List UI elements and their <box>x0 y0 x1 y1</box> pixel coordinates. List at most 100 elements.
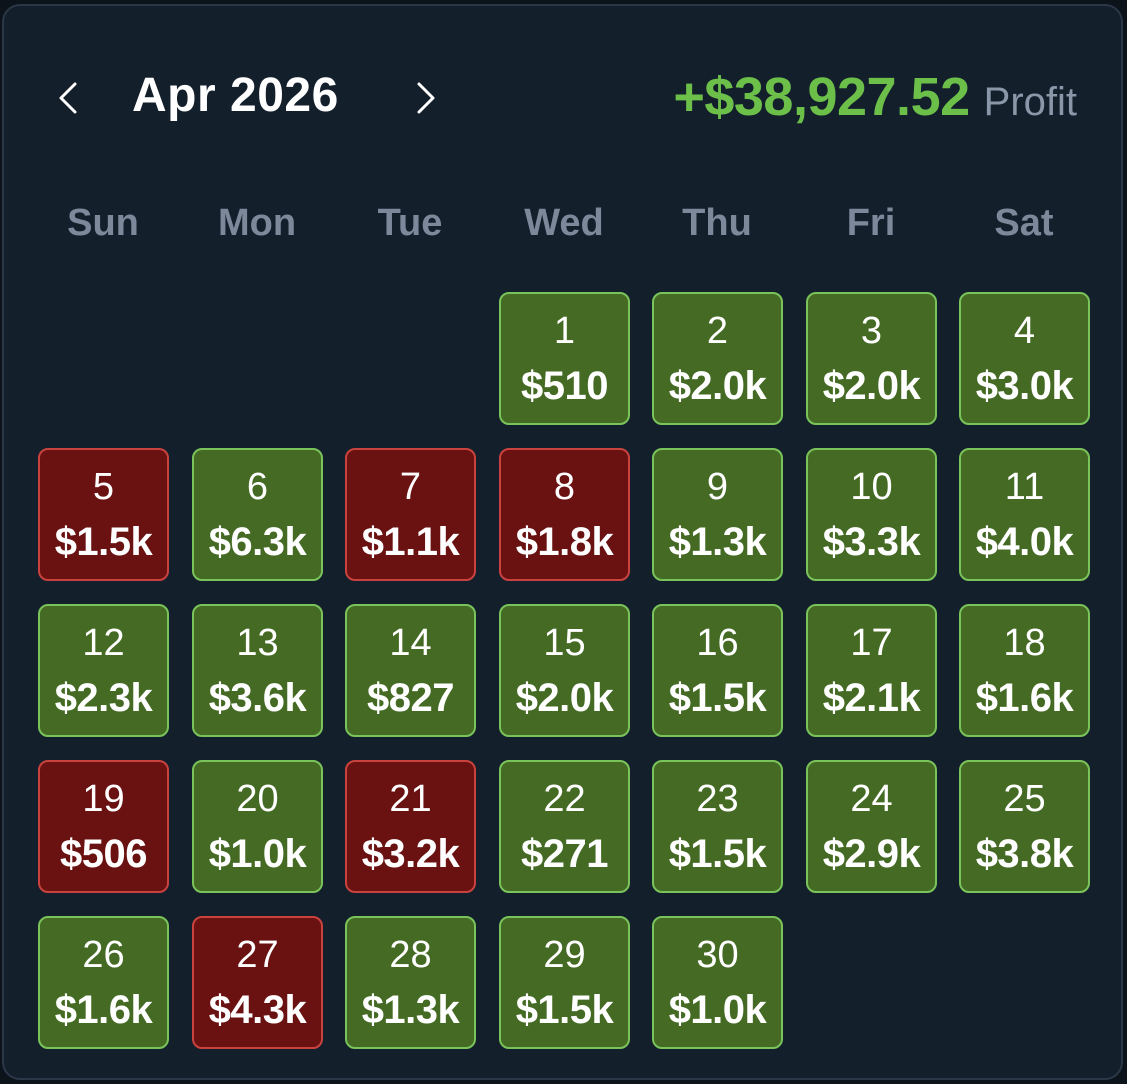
day-cell-28[interactable]: 28 $1.3k <box>345 916 476 1049</box>
day-cell-25[interactable]: 25 $3.8k <box>959 760 1090 893</box>
day-cell-14[interactable]: 14 $827 <box>345 604 476 737</box>
day-number: 30 <box>696 934 739 976</box>
day-amount: $2.9k <box>822 832 921 876</box>
day-amount: $1.3k <box>361 988 460 1032</box>
day-cell-2[interactable]: 2 $2.0k <box>652 292 783 425</box>
day-amount: $2.1k <box>822 676 921 720</box>
day-amount: $3.3k <box>822 520 921 564</box>
day-amount: $1.6k <box>54 988 153 1032</box>
day-amount: $4.3k <box>208 988 307 1032</box>
day-amount: $510 <box>521 364 608 408</box>
day-amount: $1.5k <box>515 988 614 1032</box>
day-number: 9 <box>706 466 729 508</box>
prev-month-button[interactable] <box>48 70 88 126</box>
day-number: 19 <box>82 778 125 820</box>
day-amount: $4.0k <box>975 520 1074 564</box>
day-number: 28 <box>389 934 432 976</box>
weekday-label-sun: Sun <box>67 202 139 244</box>
day-cell-17[interactable]: 17 $2.1k <box>806 604 937 737</box>
day-amount: $1.0k <box>208 832 307 876</box>
day-cell-9[interactable]: 9 $1.3k <box>652 448 783 581</box>
weekday-label-mon: Mon <box>217 202 297 244</box>
day-cell-11[interactable]: 11 $4.0k <box>959 448 1090 581</box>
day-number: 24 <box>850 778 893 820</box>
day-number: 5 <box>92 466 115 508</box>
day-cell-24[interactable]: 24 $2.9k <box>806 760 937 893</box>
profit-label: Profit <box>983 80 1077 124</box>
day-cell-3[interactable]: 3 $2.0k <box>806 292 937 425</box>
day-cell-19[interactable]: 19 $506 <box>38 760 169 893</box>
day-cell-18[interactable]: 18 $1.6k <box>959 604 1090 737</box>
day-number: 3 <box>860 310 883 352</box>
day-cell-29[interactable]: 29 $1.5k <box>499 916 630 1049</box>
pnl-calendar-panel: Apr 2026 +$38,927.52 Profit Sun Mon Tue Wed… <box>2 4 1123 1080</box>
day-amount: $3.6k <box>208 676 307 720</box>
day-amount: $3.2k <box>361 832 460 876</box>
day-cell-7[interactable]: 7 $1.1k <box>345 448 476 581</box>
day-amount: $2.0k <box>822 364 921 408</box>
next-month-button[interactable] <box>406 70 446 126</box>
day-number: 18 <box>1003 622 1046 664</box>
day-amount: $2.0k <box>668 364 767 408</box>
day-cell-6[interactable]: 6 $6.3k <box>192 448 323 581</box>
day-amount: $2.0k <box>515 676 614 720</box>
day-amount: $1.5k <box>668 676 767 720</box>
day-cell-4[interactable]: 4 $3.0k <box>959 292 1090 425</box>
chevron-right-icon <box>417 82 435 114</box>
day-number: 12 <box>82 622 125 664</box>
day-cell-20[interactable]: 20 $1.0k <box>192 760 323 893</box>
weekday-label-tue: Tue <box>377 202 443 244</box>
weekday-header-row: Sun Mon Tue Wed Thu Fri Sat <box>4 202 1121 252</box>
day-cell-22[interactable]: 22 $271 <box>499 760 630 893</box>
day-number: 16 <box>696 622 739 664</box>
day-amount: $3.8k <box>975 832 1074 876</box>
day-amount: $2.3k <box>54 676 153 720</box>
day-number: 2 <box>706 310 729 352</box>
day-cell-8[interactable]: 8 $1.8k <box>499 448 630 581</box>
weekday-label-wed: Wed <box>524 202 604 244</box>
day-amount: $506 <box>60 832 147 876</box>
day-number: 8 <box>553 466 576 508</box>
day-amount: $6.3k <box>208 520 307 564</box>
day-number: 15 <box>543 622 586 664</box>
day-cell-16[interactable]: 16 $1.5k <box>652 604 783 737</box>
chevron-left-icon <box>59 82 77 114</box>
day-amount: $3.0k <box>975 364 1074 408</box>
day-number: 7 <box>399 466 422 508</box>
day-number: 6 <box>246 466 269 508</box>
day-amount: $1.3k <box>668 520 767 564</box>
day-cell-26[interactable]: 26 $1.6k <box>38 916 169 1049</box>
day-cell-5[interactable]: 5 $1.5k <box>38 448 169 581</box>
day-number: 4 <box>1013 310 1036 352</box>
day-cell-12[interactable]: 12 $2.3k <box>38 604 169 737</box>
day-number: 10 <box>850 466 893 508</box>
day-cell-13[interactable]: 13 $3.6k <box>192 604 323 737</box>
day-number: 14 <box>389 622 432 664</box>
day-number: 11 <box>1004 466 1045 508</box>
day-amount: $1.6k <box>975 676 1074 720</box>
day-number: 13 <box>236 622 279 664</box>
weekday-label-sat: Sat <box>994 202 1054 244</box>
profit-value: +$38,927.52 <box>673 67 970 127</box>
day-amount: $271 <box>521 832 608 876</box>
day-cell-30[interactable]: 30 $1.0k <box>652 916 783 1049</box>
day-number: 25 <box>1003 778 1046 820</box>
day-amount: $1.8k <box>515 520 614 564</box>
day-cell-21[interactable]: 21 $3.2k <box>345 760 476 893</box>
day-amount: $1.5k <box>54 520 153 564</box>
calendar-header: Apr 2026 +$38,927.52 Profit <box>4 6 1121 186</box>
day-number: 20 <box>236 778 279 820</box>
weekday-label-thu: Thu <box>682 202 752 244</box>
day-cell-27[interactable]: 27 $4.3k <box>192 916 323 1049</box>
day-number: 22 <box>543 778 586 820</box>
day-cell-15[interactable]: 15 $2.0k <box>499 604 630 737</box>
day-number: 27 <box>236 934 279 976</box>
profit-summary: +$38,927.52 Profit <box>673 66 1077 128</box>
weekday-label-fri: Fri <box>846 202 896 244</box>
day-amount: $1.0k <box>668 988 767 1032</box>
day-cell-1[interactable]: 1 $510 <box>499 292 630 425</box>
day-amount: $1.5k <box>668 832 767 876</box>
day-cell-10[interactable]: 10 $3.3k <box>806 448 937 581</box>
day-number: 26 <box>82 934 125 976</box>
day-cell-23[interactable]: 23 $1.5k <box>652 760 783 893</box>
